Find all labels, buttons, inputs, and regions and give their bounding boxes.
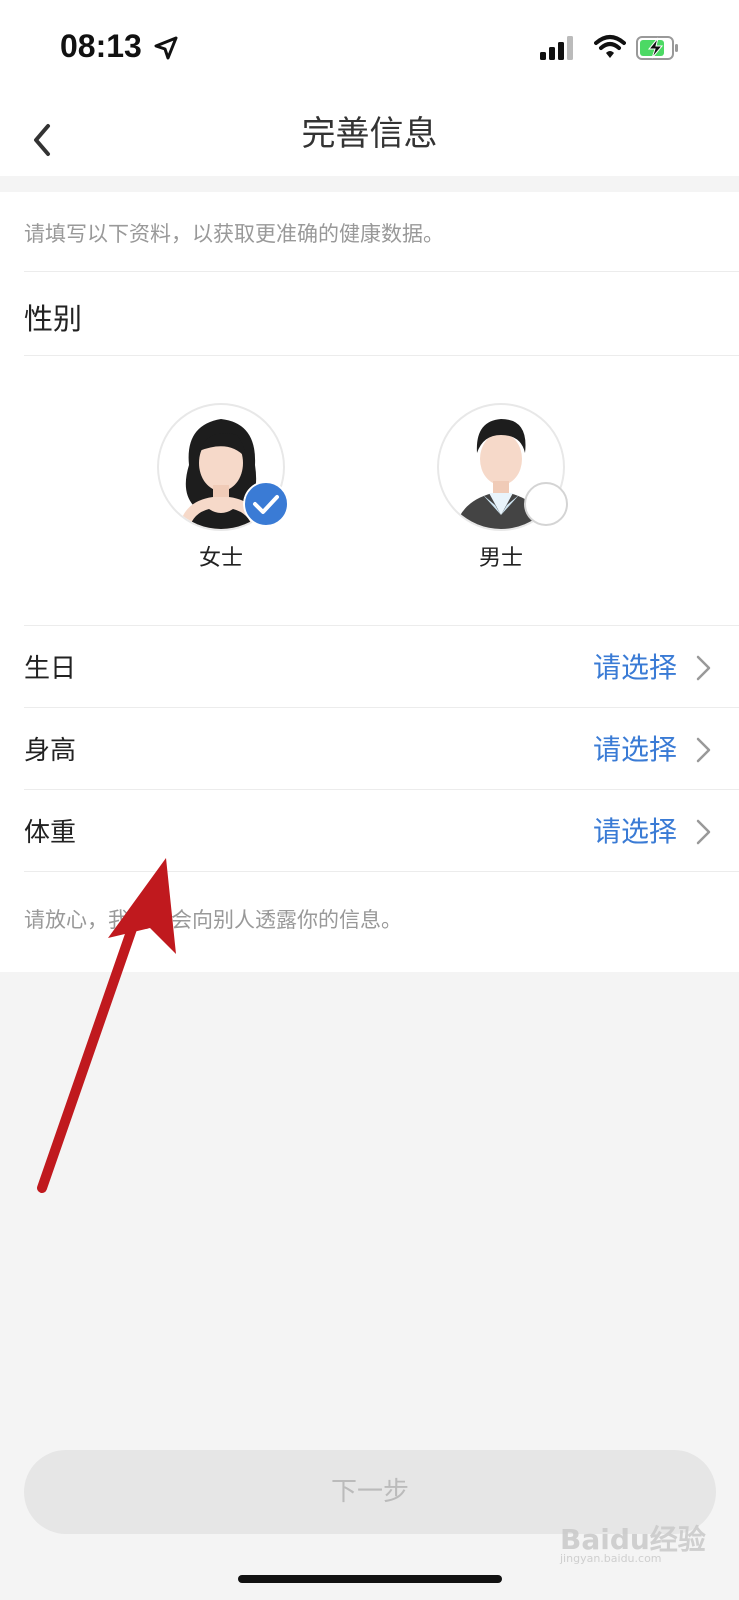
birthday-value: 请选择 — [592, 651, 677, 684]
info-form: 请填写以下资料，以获取更准确的健康数据。 性别 女士 男士 生日 请选择 身高 … — [0, 192, 739, 972]
gender-option-male-label: 男士 — [478, 546, 523, 571]
divider — [24, 271, 739, 272]
weight-label: 体重 — [24, 818, 77, 848]
status-bar: 08:13 — [0, 0, 739, 96]
chevron-right-icon — [696, 819, 711, 845]
gender-option-female-label: 女士 — [198, 546, 243, 571]
nav-bar: 完善信息 — [0, 96, 739, 176]
unselected-radio-icon — [524, 482, 568, 526]
status-time: 08:13 — [60, 28, 142, 64]
divider — [24, 355, 739, 356]
privacy-note: 请放心，我们不会向别人透露你的信息。 — [24, 908, 402, 932]
wifi-icon — [594, 35, 626, 58]
signal-icon — [540, 36, 573, 60]
chevron-right-icon — [696, 737, 711, 763]
birthday-label: 生日 — [24, 654, 77, 684]
chevron-right-icon — [696, 655, 711, 681]
battery-charging-icon — [636, 36, 678, 60]
location-arrow-icon — [154, 36, 178, 60]
birthday-row[interactable]: 生日 请选择 — [0, 626, 739, 708]
selected-check-icon — [243, 481, 289, 527]
page-title: 完善信息 — [301, 114, 438, 154]
height-value: 请选择 — [592, 733, 677, 766]
divider — [24, 871, 739, 872]
height-label: 身高 — [24, 736, 77, 766]
height-row[interactable]: 身高 请选择 — [0, 708, 739, 790]
baidu-watermark-url: jingyan.baidu.com — [560, 1552, 662, 1565]
weight-row[interactable]: 体重 请选择 — [0, 790, 739, 872]
gender-label: 性别 — [24, 302, 83, 336]
header-separator — [0, 176, 739, 192]
weight-value: 请选择 — [592, 815, 677, 848]
home-indicator — [238, 1575, 502, 1583]
intro-text: 请填写以下资料，以获取更准确的健康数据。 — [24, 222, 444, 246]
